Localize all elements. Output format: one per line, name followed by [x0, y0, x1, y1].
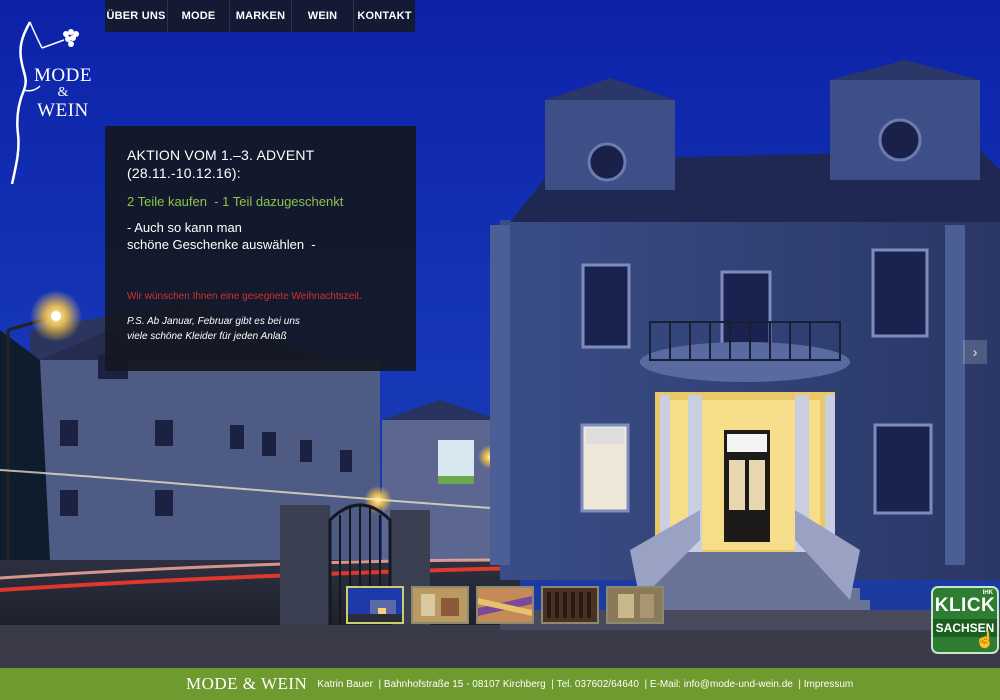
nav-item-mode[interactable]: MODE [168, 0, 230, 32]
thumbnail-2[interactable] [411, 586, 469, 624]
footer-email-label: E-Mail: [649, 678, 681, 690]
badge-ihk-label: IHK [982, 590, 993, 596]
footer-owner: Katrin Bauer [317, 678, 373, 690]
footer-contact-info: Katrin Bauer | Bahnhofstraße 15 - 08107 … [317, 678, 854, 690]
klick-sachsen-badge[interactable]: IHK KLICK SACHSEN ☝ [931, 586, 999, 654]
logo-text: MODE & WEIN [34, 66, 92, 120]
footer-phone: Tel. 037602/64640 [556, 678, 639, 690]
thumbnail-5[interactable] [606, 586, 664, 624]
badge-line-klick: KLICK [934, 595, 996, 616]
promo-title: AKTION VOM 1.–3. ADVENT (28.11.-10.12.16… [127, 146, 394, 182]
ps-line1: P.S. Ab Januar, Februar gibt es bei uns [127, 316, 300, 327]
chevron-right-icon: › [972, 343, 978, 361]
nav-item-marken[interactable]: MARKEN [230, 0, 292, 32]
promo-postscript: P.S. Ab Januar, Februar gibt es bei uns … [127, 314, 394, 344]
slider-next-button[interactable]: › [963, 340, 987, 364]
logo-line-mode: MODE [34, 65, 92, 86]
footer-email-link[interactable]: info@mode-und-wein.de [684, 679, 793, 690]
logo-line-wein: WEIN [37, 100, 89, 121]
christmas-wish: Wir wünschen Ihnen eine gesegnete Weihna… [127, 291, 362, 302]
logo-line-ampersand: & [57, 85, 69, 100]
main-navigation: ÜBER UNS MODE MARKEN WEIN KONTAKT [105, 0, 415, 32]
thumbnail-3[interactable] [476, 586, 534, 624]
slider-thumbnails [346, 586, 664, 624]
promo-box: AKTION VOM 1.–3. ADVENT (28.11.-10.12.16… [105, 126, 416, 371]
promo-desc-line1: - Auch so kann man [127, 220, 242, 235]
promo-description: - Auch so kann man schöne Geschenke ausw… [127, 219, 394, 253]
nav-item-ueber-uns[interactable]: ÜBER UNS [105, 0, 168, 32]
promo-title-line2: (28.11.-10.12.16): [127, 165, 241, 181]
footer-brand: MODE & WEIN [186, 674, 308, 693]
footer-address: Bahnhofstraße 15 - 08107 Kirchberg [383, 678, 546, 690]
thumbnail-1[interactable] [346, 586, 404, 624]
footer-impressum-link[interactable]: Impressum [804, 679, 853, 690]
hand-cursor-icon: ☝ [975, 632, 995, 649]
ps-line2: viele schöne Kleider für jeden Anlaß [127, 331, 287, 342]
promo-desc-line2: schöne Geschenke auswählen - [127, 237, 316, 252]
thumbnail-4[interactable] [541, 586, 599, 624]
nav-item-wein[interactable]: WEIN [292, 0, 354, 32]
nav-item-kontakt[interactable]: KONTAKT [354, 0, 415, 32]
promo-offer: 2 Teile kaufen - 1 Teil dazugeschenkt [127, 194, 344, 209]
site-logo[interactable]: MODE & WEIN [8, 18, 98, 188]
footer: MODE & WEIN Katrin Bauer | Bahnhofstraße… [0, 668, 1000, 700]
promo-title-line1: AKTION VOM 1.–3. ADVENT [127, 147, 315, 163]
